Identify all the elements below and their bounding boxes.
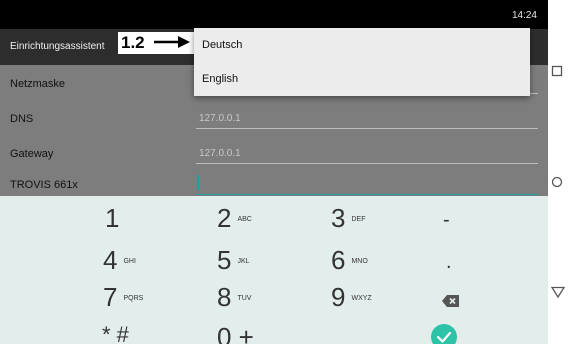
key-9[interactable]: 9 WXYZ	[331, 284, 372, 312]
back-icon	[550, 286, 566, 299]
form-row-gateway: Gateway 127.0.0.1	[0, 135, 548, 170]
key-0-plus[interactable]: 0 +	[217, 324, 254, 344]
key-6[interactable]: 6 MNO	[331, 247, 368, 275]
backspace-icon	[442, 295, 459, 307]
dns-field[interactable]: 127.0.0.1	[199, 113, 241, 124]
annotation-callout: 1.2	[118, 32, 194, 54]
done-key[interactable]	[430, 323, 458, 344]
key-7[interactable]: 7 PQRS	[103, 284, 143, 312]
key-star-hash[interactable]: * #	[102, 322, 129, 344]
navigation-bar	[548, 0, 568, 344]
field-label: TROVIS 661x	[10, 179, 78, 191]
status-time: 14:24	[511, 10, 537, 21]
key-2[interactable]: 2 ABC	[217, 205, 252, 233]
form-row-dns: DNS 127.0.0.1	[0, 100, 548, 135]
back-button[interactable]	[550, 285, 566, 303]
recent-apps-button[interactable]	[551, 64, 563, 82]
field-underline	[196, 163, 538, 164]
key-dot[interactable]: .	[446, 249, 452, 275]
gateway-field[interactable]: 127.0.0.1	[199, 148, 241, 159]
language-option-english[interactable]: English	[202, 73, 238, 85]
field-label: Gateway	[10, 148, 54, 160]
key-3[interactable]: 3 DEF	[331, 205, 365, 233]
app-screen: 14:24 Einrichtungsassistent 1.2 Netzmask…	[0, 0, 548, 344]
home-icon	[551, 176, 563, 188]
page-title: Einrichtungsassistent	[10, 41, 105, 52]
field-underline	[196, 128, 538, 129]
field-label: Netzmaske	[10, 78, 66, 90]
check-icon	[431, 324, 457, 344]
backspace-key[interactable]	[442, 286, 460, 312]
numeric-keypad: 1 2 ABC 3 DEF - 4 GHI 5 JKL 6 MNO . 7 PQRS 8 TU…	[0, 196, 548, 344]
text-cursor	[197, 175, 199, 190]
key-5[interactable]: 5 JKL	[217, 247, 250, 275]
field-label: DNS	[10, 113, 34, 125]
key-minus[interactable]: -	[443, 207, 450, 233]
recent-apps-icon	[551, 65, 563, 77]
language-option-deutsch[interactable]: Deutsch	[202, 39, 242, 51]
field-underline-active	[196, 194, 538, 195]
key-8[interactable]: 8 TUV	[217, 284, 251, 312]
home-button[interactable]	[551, 175, 563, 193]
key-4[interactable]: 4 GHI	[103, 247, 136, 275]
language-dropdown: Deutsch English	[194, 28, 530, 96]
key-1[interactable]: 1	[105, 205, 119, 231]
status-bar: 14:24	[0, 0, 548, 29]
annotation-label: 1.2	[121, 33, 145, 52]
arrow-right-icon	[154, 36, 190, 48]
